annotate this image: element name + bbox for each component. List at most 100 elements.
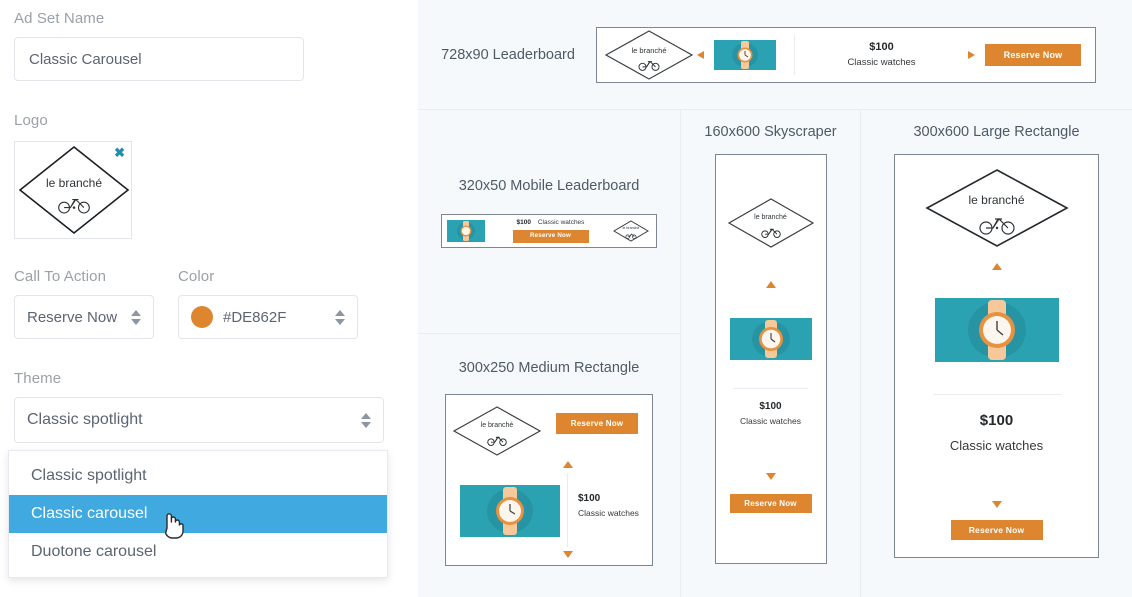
theme-option-classic-carousel[interactable]: Classic carousel [9, 495, 387, 533]
product-info-300x600: $100 Classic watches [950, 407, 1043, 457]
diamond-shape-icon [727, 198, 814, 248]
carousel-up-arrow-icon[interactable] [765, 281, 776, 288]
ad-creative-320x50[interactable]: $100 Classic watches Reserve Now le bran… [441, 214, 657, 248]
call-to-action-label: Call To Action [14, 268, 107, 285]
theme-option-label: Classic carousel [31, 505, 148, 522]
chevron-updown-icon[interactable] [327, 309, 345, 325]
watch-icon [751, 320, 790, 358]
theme-option-classic-spotlight[interactable]: Classic spotlight [9, 457, 387, 495]
color-field-group: Color #DE862F [178, 268, 358, 339]
price-label: $100 [759, 401, 782, 412]
preview-title-320x50: 320x50 Mobile Leaderboard [458, 178, 640, 194]
product-label: Classic watches [537, 219, 585, 227]
theme-label: Theme [14, 370, 62, 387]
bicycle-icon [638, 60, 660, 71]
carousel-down-arrow-icon[interactable] [765, 472, 776, 480]
cta-button-320x50[interactable]: Reserve Now [512, 229, 589, 243]
cta-button-160x600[interactable]: Reserve Now [729, 493, 812, 513]
ad-creative-300x250[interactable]: le branché Reserve Now $100 Classic watc… [445, 394, 653, 566]
theme-option-duotone-carousel[interactable]: Duotone carousel [9, 533, 387, 571]
cta-field-group: Call To Action Reserve Now [14, 268, 154, 339]
ad-creative-728x90[interactable]: le branché $100 Classic watches Reserve … [596, 26, 1096, 83]
theme-value: Classic spotlight [27, 411, 143, 428]
carousel-down-arrow-icon[interactable] [563, 551, 573, 558]
brand-diamond-logo: le branché [15, 142, 133, 238]
preview-title-300x250: 300x250 Medium Rectangle [458, 360, 640, 376]
bicycle-icon [487, 436, 507, 446]
product-label: Classic watches [949, 438, 1044, 453]
logo-label: Logo [14, 112, 48, 129]
color-select[interactable]: #DE862F [178, 295, 358, 339]
product-image [447, 220, 485, 242]
logo-brand-text: le branché [754, 214, 787, 221]
diamond-shape-icon [924, 169, 1069, 247]
ad-creative-160x600[interactable]: le branché $100 Classic watches Reserve … [714, 154, 827, 564]
watch-icon [487, 487, 533, 535]
preview-title-300x600: 300x600 Large Rectangle [913, 124, 1080, 140]
preview-cell-300x600: 300x600 Large Rectangle le branché $100 … [861, 110, 1132, 597]
carousel-down-arrow-icon[interactable] [991, 501, 1002, 509]
product-image [729, 318, 812, 360]
color-swatch-icon [191, 306, 213, 328]
product-info-320x50: $100 Classic watches Reserve Now [485, 219, 612, 243]
divider [567, 473, 568, 547]
watch-icon [457, 221, 475, 241]
color-label: Color [178, 268, 215, 285]
chevron-updown-icon[interactable] [353, 412, 371, 428]
cta-button-300x250[interactable]: Reserve Now [556, 413, 638, 434]
product-label: Classic watches [578, 507, 639, 518]
bicycle-icon [625, 233, 637, 239]
brand-diamond-logo: le branché [612, 219, 650, 243]
color-value: #DE862F [223, 308, 287, 326]
ad-previews-panel: 728x90 Leaderboard le branché $100 Class… [418, 0, 1132, 597]
ad-set-name-input[interactable]: Classic Carousel [14, 37, 304, 81]
diamond-shape-icon [604, 29, 694, 80]
carousel-prev-arrow-icon[interactable] [697, 50, 704, 59]
product-label: Classic watches [847, 56, 916, 68]
ad-set-name-label: Ad Set Name [14, 10, 105, 27]
preview-cell-728x90: 728x90 Leaderboard le branché $100 Class… [418, 0, 1132, 109]
product-label: Classic watches [740, 416, 801, 426]
carousel-next-arrow-icon[interactable] [968, 50, 975, 59]
preview-title-728x90: 728x90 Leaderboard [441, 46, 575, 63]
theme-field-group: Theme Classic spotlight [14, 370, 384, 443]
call-to-action-value: Reserve Now [27, 308, 118, 326]
bicycle-icon [760, 228, 781, 238]
brand-diamond-logo: le branché [924, 167, 1070, 249]
watch-icon [732, 40, 758, 69]
price-label: $100 [516, 219, 532, 227]
watch-icon [967, 300, 1026, 360]
carousel-up-arrow-icon[interactable] [991, 263, 1002, 270]
diamond-shape-icon [452, 406, 542, 456]
carousel-up-arrow-icon[interactable] [563, 461, 573, 468]
diamond-shape-icon [613, 220, 649, 242]
call-to-action-select[interactable]: Reserve Now [14, 295, 154, 339]
divider [932, 394, 1061, 395]
ad-settings-form: Ad Set Name Classic Carousel Logo ✖ le b… [0, 0, 418, 597]
preview-cell-300x250: 300x250 Medium Rectangle le branché Rese… [418, 334, 680, 597]
cta-button-300x600[interactable]: Reserve Now [950, 520, 1043, 541]
product-image [714, 39, 776, 70]
brand-diamond-logo: le branché [727, 197, 815, 249]
cta-button-728x90[interactable]: Reserve Now [985, 43, 1081, 66]
logo-field-group: Logo ✖ le branché [14, 112, 132, 239]
logo-brand-text: le branché [622, 226, 640, 230]
logo-thumbnail[interactable]: ✖ le branché [14, 141, 132, 239]
divider [733, 388, 808, 389]
logo-brand-text: le branché [631, 45, 667, 55]
theme-select[interactable]: Classic spotlight [14, 397, 384, 443]
chevron-updown-icon[interactable] [123, 309, 141, 325]
product-image [460, 485, 560, 537]
product-info-160x600: $100 Classic watches [740, 399, 801, 429]
product-info-300x250: $100 Classic watches [578, 491, 639, 520]
theme-dropdown-list[interactable]: Classic spotlight Classic carousel Duoto… [8, 450, 388, 578]
ad-creative-300x600[interactable]: le branché $100 Classic watches Reserve … [894, 154, 1099, 558]
preview-title-160x600: 160x600 Skyscraper [704, 124, 837, 140]
price-label: $100 [869, 41, 894, 54]
theme-option-label: Duotone carousel [31, 543, 157, 560]
logo-brand-text: le branché [968, 193, 1025, 207]
logo-brand-text: le branché [480, 422, 514, 429]
theme-option-label: Classic spotlight [31, 467, 147, 484]
ad-set-name-value: Classic Carousel [29, 50, 142, 68]
ad-set-name-field-group: Ad Set Name Classic Carousel [14, 10, 304, 81]
